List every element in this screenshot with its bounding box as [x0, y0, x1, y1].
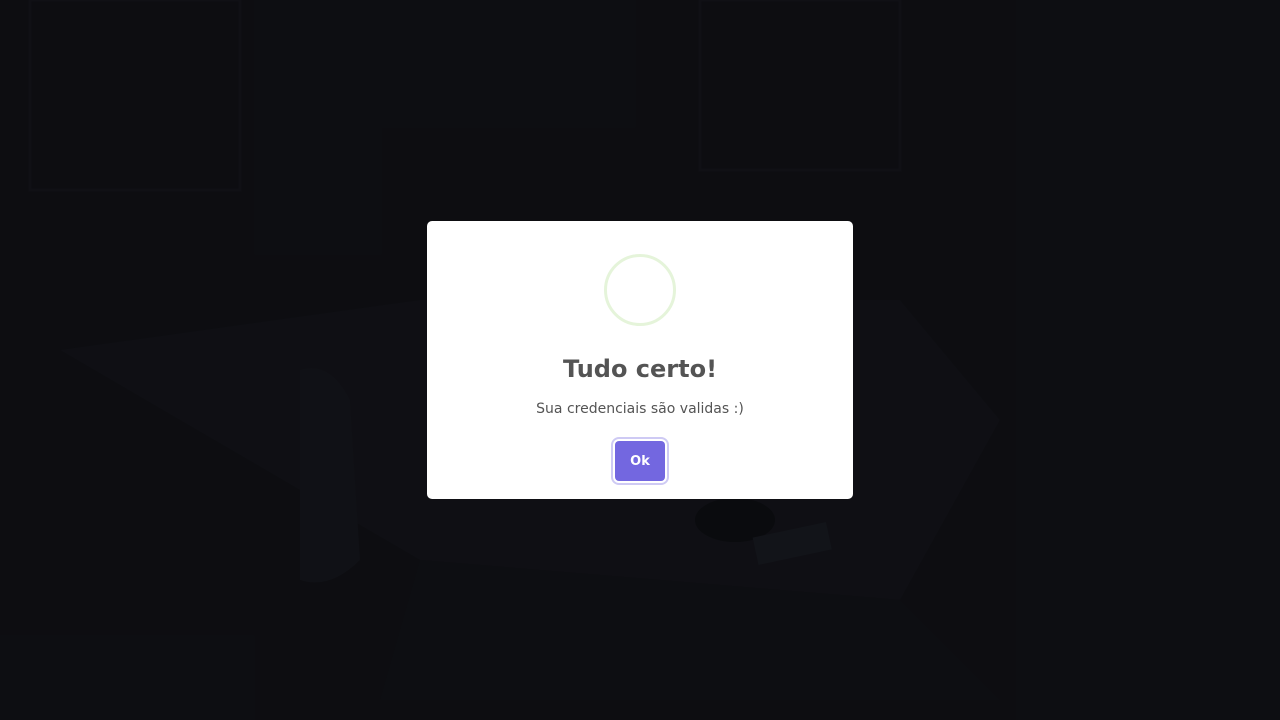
success-icon — [604, 254, 676, 326]
success-dialog: Tudo certo! Sua credenciais são validas … — [427, 221, 853, 499]
dialog-title: Tudo certo! — [562, 355, 718, 383]
ok-button[interactable]: Ok — [615, 441, 665, 481]
dialog-message: Sua credenciais são validas :) — [536, 401, 744, 417]
